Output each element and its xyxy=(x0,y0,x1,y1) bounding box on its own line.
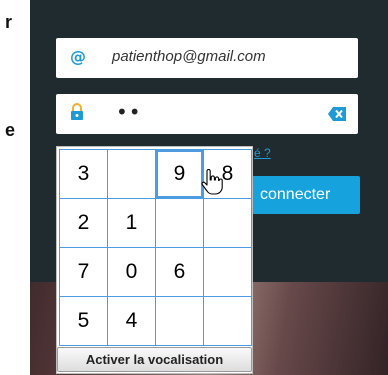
email-value: patienthop@gmail.com xyxy=(112,48,266,65)
email-field[interactable]: @ patienthop@gmail.com xyxy=(56,38,358,78)
cutoff-text-e: e xyxy=(5,120,16,140)
keypad-key[interactable]: 2 xyxy=(60,199,108,248)
keypad-key[interactable]: 0 xyxy=(108,248,156,297)
keypad-key[interactable] xyxy=(156,297,204,346)
keypad-key[interactable] xyxy=(204,297,252,346)
keypad-key[interactable] xyxy=(108,150,156,199)
keypad-grid: 3 9 8 2 1 7 0 6 5 4 xyxy=(59,149,252,346)
activate-vocalisation-button[interactable]: Activer la vocalisation xyxy=(57,347,252,372)
cutoff-text-r: r xyxy=(5,12,13,32)
hand-pointer-cursor-icon xyxy=(201,168,223,195)
keypad-key[interactable] xyxy=(204,248,252,297)
backspace-clear-icon[interactable] xyxy=(328,107,346,121)
keypad-key-active[interactable]: 9 xyxy=(156,150,204,199)
keypad-key[interactable] xyxy=(156,199,204,248)
keypad-key[interactable]: 5 xyxy=(60,297,108,346)
password-dots: •• xyxy=(116,100,142,124)
keypad-key[interactable]: 4 xyxy=(108,297,156,346)
keypad-key[interactable]: 6 xyxy=(156,248,204,297)
forgot-password-link[interactable]: é ? xyxy=(254,146,271,160)
lock-icon xyxy=(70,103,90,123)
keypad-key[interactable] xyxy=(204,199,252,248)
keypad-key[interactable]: 7 xyxy=(60,248,108,297)
keypad-key[interactable]: 1 xyxy=(108,199,156,248)
connect-button[interactable]: connecter xyxy=(252,176,360,214)
keypad-key[interactable]: 3 xyxy=(60,150,108,199)
at-icon: @ xyxy=(70,47,86,66)
virtual-keypad: 3 9 8 2 1 7 0 6 5 4 Activer la vocalisat… xyxy=(56,146,253,374)
background-page-fragment: r e xyxy=(0,0,30,375)
password-field[interactable]: •• xyxy=(56,94,358,134)
